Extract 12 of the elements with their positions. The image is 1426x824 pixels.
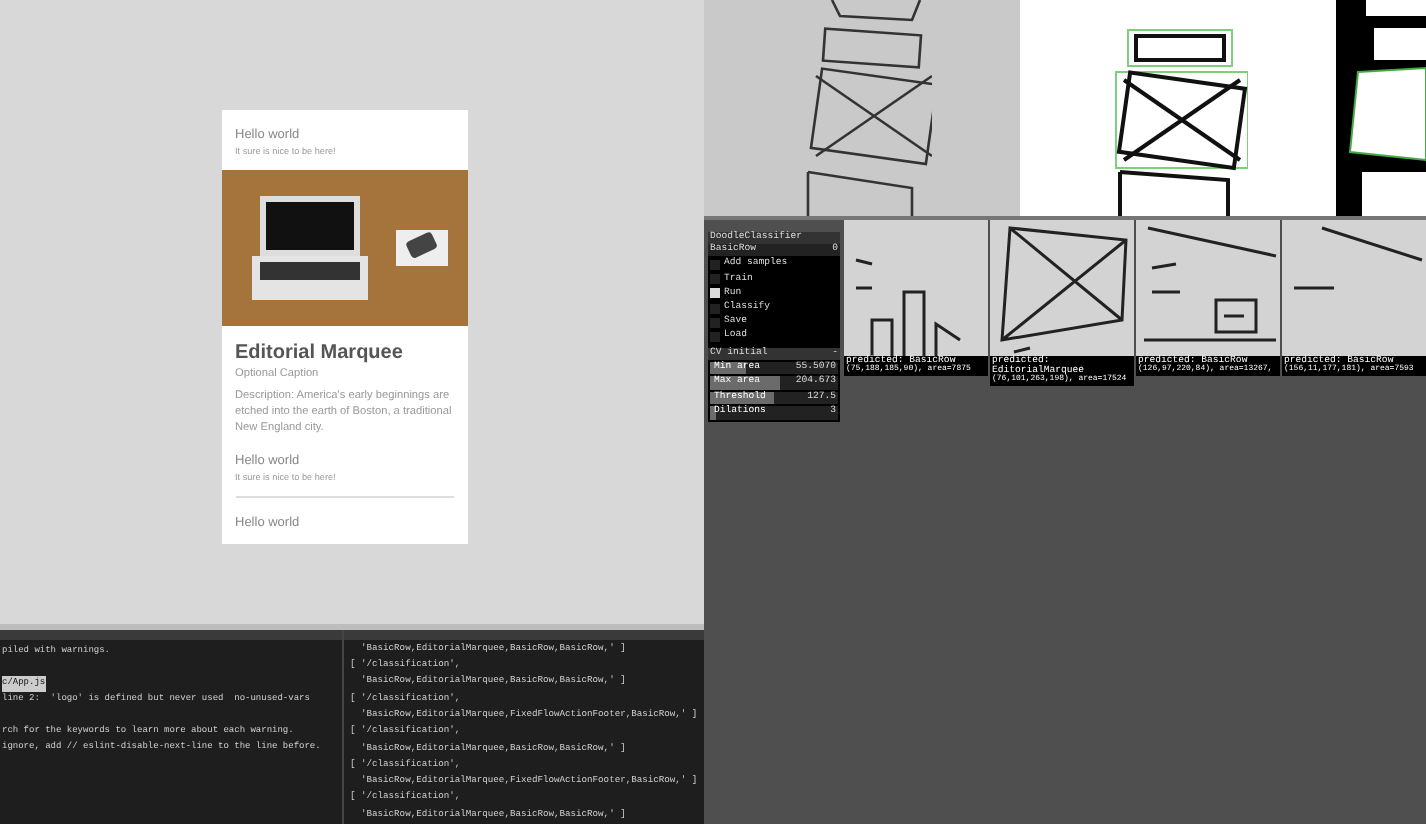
sketch-photo [1136,220,1280,356]
sketch-photo [844,220,988,356]
checkbox[interactable] [710,332,720,343]
checkbox[interactable] [710,288,720,299]
sketch-photo [990,220,1134,356]
checkbox[interactable] [710,317,720,328]
phone-drawing [396,230,448,267]
sketch-photo [1282,220,1426,356]
marquee-title: Editorial Marquee [235,340,405,367]
checkbox[interactable] [710,274,720,285]
checkbox[interactable] [710,260,720,270]
checkbox[interactable] [710,303,720,314]
